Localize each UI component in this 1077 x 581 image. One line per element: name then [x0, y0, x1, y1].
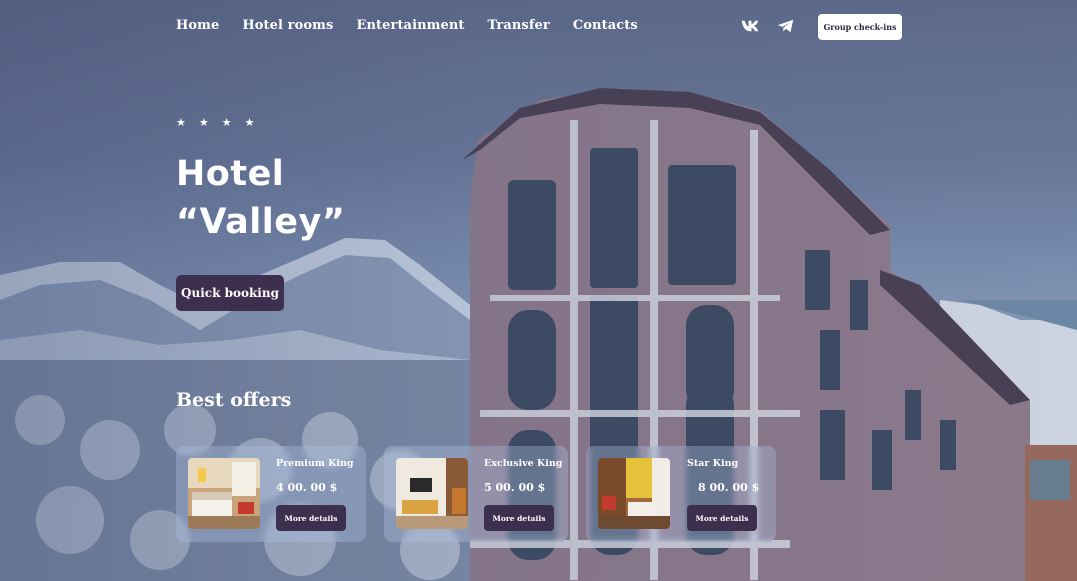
nav-link-hotel-rooms[interactable]: Hotel rooms [242, 18, 333, 36]
hotel-title-line2: “Valley” [176, 202, 346, 242]
offer-name: Star King [687, 458, 739, 469]
room-photo [396, 458, 468, 529]
telegram-icon[interactable] [777, 18, 795, 34]
nav-link-transfer[interactable]: Transfer [488, 18, 550, 36]
main-navigation: Home Hotel rooms Entertainment Transfer … [176, 18, 661, 36]
best-offers-heading: Best offers [176, 389, 292, 411]
offer-name: Premium King [276, 458, 354, 469]
nav-link-entertainment[interactable]: Entertainment [356, 18, 464, 36]
star-icon: ★ [244, 116, 255, 129]
vk-icon[interactable] [741, 18, 759, 34]
more-details-button[interactable]: More details [484, 505, 554, 531]
hotel-title: Hotel “Valley” [176, 150, 496, 246]
nav-link-home[interactable]: Home [176, 18, 219, 36]
offers-list: Premium King 4 00. 00 $ More details Exc… [176, 446, 794, 542]
room-photo [188, 458, 260, 529]
star-icon: ★ [198, 116, 209, 129]
nav-link-contacts[interactable]: Contacts [573, 18, 638, 36]
offer-price: 5 00. 00 $ [484, 481, 546, 494]
hotel-star-rating: ★ ★ ★ ★ [176, 116, 255, 129]
room-photo [598, 458, 670, 529]
quick-booking-button[interactable]: Quick booking [176, 275, 284, 311]
offer-name: Exclusive King [484, 458, 563, 469]
more-details-button[interactable]: More details [276, 505, 346, 531]
offer-price: 8 00. 00 $ [698, 481, 760, 494]
star-icon: ★ [176, 116, 186, 129]
star-icon: ★ [221, 116, 232, 129]
offer-card-star-king: Star King 8 00. 00 $ More details [586, 446, 776, 542]
offer-card-exclusive-king: Exclusive King 5 00. 00 $ More details [384, 446, 568, 542]
group-check-ins-button[interactable]: Group check-ins [818, 14, 902, 40]
social-links [741, 18, 795, 34]
offer-card-premium-king: Premium King 4 00. 00 $ More details [176, 446, 366, 542]
offer-price: 4 00. 00 $ [276, 481, 338, 494]
more-details-button[interactable]: More details [687, 505, 757, 531]
hotel-title-line1: Hotel [176, 154, 285, 194]
